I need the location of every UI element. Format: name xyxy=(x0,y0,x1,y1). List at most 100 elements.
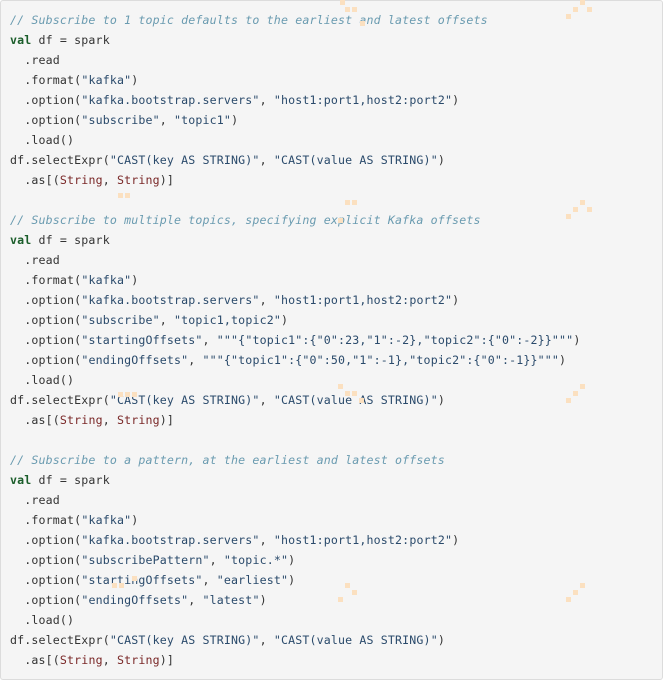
code-line: .load() xyxy=(10,610,662,630)
code-text: , xyxy=(259,393,274,407)
code-text: , xyxy=(188,593,203,607)
code-text: .load() xyxy=(10,613,75,627)
code-text: .option( xyxy=(10,93,82,107)
code-text: .option( xyxy=(10,333,82,347)
code-line: // Subscribe to multiple topics, specify… xyxy=(10,210,662,230)
artifact-dot xyxy=(587,7,592,12)
code-text: , xyxy=(102,653,117,667)
code-text: , xyxy=(259,293,274,307)
type-name: String xyxy=(59,653,103,667)
scala-code[interactable]: // Subscribe to 1 topic defaults to the … xyxy=(1,1,662,670)
code-line: val df = spark xyxy=(10,230,662,250)
code-text: , xyxy=(209,553,224,567)
string-literal: "endingOffsets" xyxy=(81,593,189,607)
artifact-dot xyxy=(352,590,357,595)
code-text: ) xyxy=(559,353,567,367)
code-line: df.selectExpr("CAST(key AS STRING)", "CA… xyxy=(10,150,662,170)
artifact-dot xyxy=(352,391,357,396)
code-text: )] xyxy=(159,653,175,667)
artifact-dot xyxy=(118,193,123,198)
code-line: .option("endingOffsets", """{"topic1":{"… xyxy=(10,350,662,370)
code-text: .option( xyxy=(10,113,82,127)
code-text: ) xyxy=(131,513,139,527)
code-text: ) xyxy=(131,73,139,87)
artifact-dot xyxy=(352,7,357,12)
artifact-dot xyxy=(360,21,365,26)
artifact-dot xyxy=(345,583,350,588)
string-literal: "kafka.bootstrap.servers" xyxy=(81,533,260,547)
artifact-dot xyxy=(338,597,343,602)
code-text: ) xyxy=(288,573,296,587)
string-literal: "startingOffsets" xyxy=(81,333,203,347)
artifact-dot xyxy=(580,384,585,389)
string-literal: "kafka.bootstrap.servers" xyxy=(81,93,260,107)
string-literal: "CAST(key AS STRING)" xyxy=(109,153,260,167)
code-text: .as[( xyxy=(10,413,60,427)
artifact-dot xyxy=(132,576,137,581)
code-text: )] xyxy=(159,173,175,187)
code-text: ) xyxy=(452,293,460,307)
code-line: .read xyxy=(10,490,662,510)
artifact-dot xyxy=(580,583,585,588)
code-line: .load() xyxy=(10,130,662,150)
artifact-dot xyxy=(125,392,130,397)
code-text: .read xyxy=(10,253,60,267)
code-line: .load() xyxy=(10,370,662,390)
type-name: String xyxy=(59,173,103,187)
string-literal: "subscribePattern" xyxy=(81,553,210,567)
artifact-dot xyxy=(566,398,571,403)
code-text: ) xyxy=(437,633,445,647)
code-text: , xyxy=(188,353,203,367)
artifact-dot xyxy=(566,14,571,19)
artifact-dot xyxy=(566,214,571,219)
string-literal: "endingOffsets" xyxy=(81,353,189,367)
code-text: , xyxy=(259,533,274,547)
string-literal: "kafka" xyxy=(81,273,132,287)
code-block: // Subscribe to 1 topic defaults to the … xyxy=(0,0,663,680)
code-comment: // Subscribe to a pattern, at the earlie… xyxy=(10,453,445,467)
artifact-dot xyxy=(580,0,585,5)
code-line: .as[(String, String)] xyxy=(10,650,662,670)
string-literal: "subscribe" xyxy=(81,313,160,327)
artifact-dot xyxy=(125,193,130,198)
string-literal: "host1:port1,host2:port2" xyxy=(273,293,453,307)
code-line: val df = spark xyxy=(10,470,662,490)
artifact-dot xyxy=(573,391,578,396)
code-text: .as[( xyxy=(10,173,60,187)
code-text: .option( xyxy=(10,313,82,327)
artifact-dot xyxy=(112,583,117,588)
code-text: .read xyxy=(10,493,60,507)
code-text: .option( xyxy=(10,553,82,567)
code-text: ) xyxy=(452,93,460,107)
string-literal: "CAST(value AS STRING)" xyxy=(273,153,438,167)
keyword: val xyxy=(10,33,32,47)
string-literal: "CAST(key AS STRING)" xyxy=(109,633,260,647)
code-text: ) xyxy=(131,273,139,287)
code-line: .option("startingOffsets", "earliest") xyxy=(10,570,662,590)
code-text: , xyxy=(102,173,117,187)
code-line: .option("kafka.bootstrap.servers", "host… xyxy=(10,530,662,550)
code-text: df = spark xyxy=(31,33,110,47)
string-literal: "earliest" xyxy=(216,573,289,587)
code-text: ) xyxy=(573,333,581,347)
string-literal: "startingOffsets" xyxy=(81,573,203,587)
code-text: .read xyxy=(10,53,60,67)
artifact-dot xyxy=(345,7,350,12)
code-text: , xyxy=(259,153,274,167)
keyword: val xyxy=(10,233,32,247)
code-text: .format( xyxy=(10,273,82,287)
code-text: , xyxy=(159,313,175,327)
code-text: df.selectExpr( xyxy=(10,393,110,407)
code-text: df = spark xyxy=(31,233,110,247)
string-literal: "topic1,topic2" xyxy=(174,313,281,327)
artifact-dot xyxy=(345,391,350,396)
code-text: ) xyxy=(231,113,239,127)
artifact-dot xyxy=(580,200,585,205)
string-literal: "host1:port1,host2:port2" xyxy=(273,93,453,107)
code-line: .option("subscribe", "topic1,topic2") xyxy=(10,310,662,330)
artifact-dot xyxy=(573,207,578,212)
code-line: .read xyxy=(10,50,662,70)
code-line: .option("startingOffsets", """{"topic1":… xyxy=(10,330,662,350)
